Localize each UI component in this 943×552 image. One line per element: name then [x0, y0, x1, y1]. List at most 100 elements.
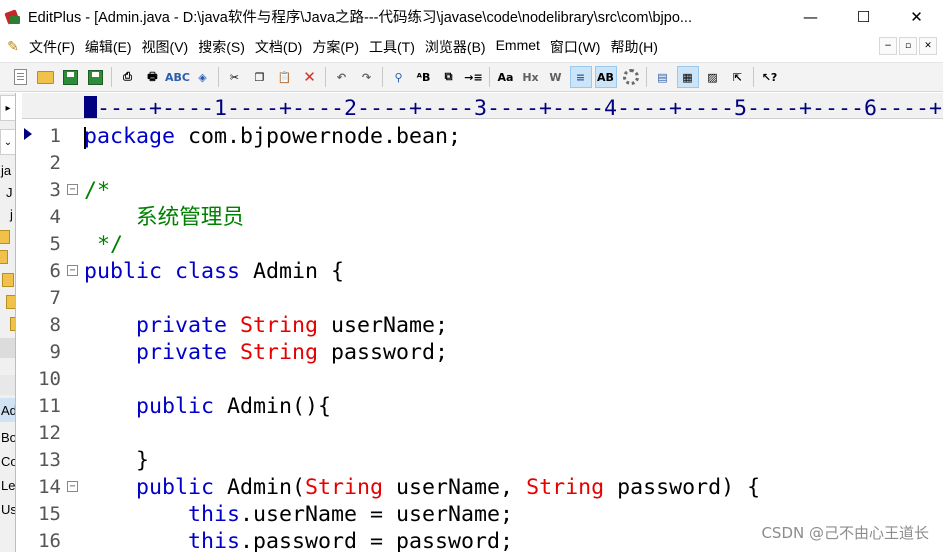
save-button[interactable]	[60, 66, 82, 88]
code-text: }	[84, 447, 149, 474]
menu-item[interactable]: 窗口(W)	[545, 37, 606, 57]
code-line[interactable]: 4 系统管理员	[22, 204, 943, 231]
panel-scroll-right-icon[interactable]: ▸	[0, 95, 15, 121]
editplus-app-icon[interactable]	[4, 8, 22, 26]
browser-button[interactable]: ◈	[192, 66, 214, 88]
tree-item[interactable]: j	[10, 207, 13, 222]
dir-window-button[interactable]: ▨	[702, 66, 724, 88]
spell-check-button[interactable]: ABC	[165, 66, 190, 88]
code-line[interactable]: 11 public Admin(){	[22, 393, 943, 420]
file-list-item[interactable]: Co	[1, 454, 15, 469]
save-all-button[interactable]	[85, 66, 107, 88]
preferences-button[interactable]	[620, 66, 642, 88]
menu-item[interactable]: 搜索(S)	[193, 37, 250, 57]
code-line[interactable]: 3−/*	[22, 177, 943, 204]
code-line[interactable]: 10	[22, 366, 943, 393]
window-list-button[interactable]: ▤	[652, 66, 674, 88]
panel-dropdown-icon[interactable]: ⌄	[0, 129, 15, 155]
code-text: private String userName;	[84, 312, 448, 339]
code-line[interactable]: 13 }	[22, 447, 943, 474]
toolbar-separator	[489, 67, 490, 87]
maximize-button[interactable]: ☐	[837, 0, 890, 33]
menu-item[interactable]: 编辑(E)	[80, 37, 137, 57]
line-number: 6	[49, 260, 61, 282]
file-list-item[interactable]: Le	[1, 478, 15, 493]
tree-item[interactable]: J	[6, 185, 13, 200]
redo-icon: ↷	[361, 70, 372, 84]
column-ruler: -----+----1----+----2----+----3----+----…	[22, 93, 943, 119]
gear-icon	[622, 69, 639, 85]
code-line[interactable]: 5 */	[22, 231, 943, 258]
menu-item[interactable]: 帮助(H)	[605, 37, 662, 57]
cliptext-button[interactable]: ▦	[676, 66, 699, 88]
replace-button[interactable]: ᴬB	[413, 66, 435, 88]
line-number: 9	[49, 341, 61, 363]
ruler-button[interactable]: AB	[594, 66, 617, 88]
file-list-item[interactable]: Us	[1, 502, 15, 517]
find-in-files-button[interactable]: ⧉	[438, 66, 460, 88]
dir-window-icon: ▨	[707, 70, 718, 84]
code-token: package	[84, 124, 176, 149]
menu-bar: ✎ 文件(F) 编辑(E) 视图(V) 搜索(S) 文档(D) 方案(P) 工具(T) 浏览器…	[0, 33, 943, 61]
delete-button[interactable]: ✕	[299, 66, 321, 88]
open-file-button[interactable]	[35, 66, 57, 88]
mdi-minimize-button[interactable]: −	[879, 37, 897, 55]
mdi-restore-button[interactable]: ▫	[899, 37, 917, 55]
print-button[interactable]: 🖶	[142, 66, 164, 88]
word-wrap-button[interactable]: W	[545, 66, 567, 88]
code-line[interactable]: 14− public Admin(String userName, String…	[22, 474, 943, 501]
fold-toggle-icon[interactable]: −	[67, 265, 78, 276]
folder-icon	[10, 317, 15, 331]
code-line[interactable]: 8 private String userName;	[22, 312, 943, 339]
menu-item[interactable]: 视图(V)	[137, 37, 194, 57]
file-list-item[interactable]: Bo	[1, 430, 15, 445]
line-number: 8	[49, 314, 61, 336]
mdi-close-button[interactable]: ✕	[919, 37, 937, 55]
line-number: 10	[38, 368, 61, 390]
minimize-button[interactable]: —	[784, 0, 837, 33]
menu-item[interactable]: 文档(D)	[250, 37, 307, 57]
code-token: userName;	[318, 313, 449, 338]
print-preview-button[interactable]: ⎙	[117, 66, 139, 88]
help-button[interactable]: ↖?	[759, 66, 781, 88]
new-file-button[interactable]	[10, 66, 32, 88]
tree-item[interactable]: ja	[1, 163, 11, 178]
code-line[interactable]: 1 package com.bjpowernode.bean;	[22, 123, 943, 150]
copy-button[interactable]: ❐	[249, 66, 271, 88]
code-line[interactable]: 6− public class Admin {	[22, 258, 943, 285]
pencil-icon: ✎	[7, 39, 19, 55]
text-caret	[84, 127, 86, 149]
menu-item[interactable]: 工具(T)	[364, 37, 420, 57]
menu-item[interactable]: 浏览器(B)	[420, 37, 491, 57]
hex-button[interactable]: Hx	[520, 66, 542, 88]
menu-item[interactable]: 文件(F)	[24, 37, 80, 57]
file-list-item[interactable]: Ad	[1, 403, 15, 418]
close-button[interactable]: ✕	[890, 0, 943, 33]
code-line[interactable]: 9 private String password;	[22, 339, 943, 366]
find-in-files-icon: ⧉	[444, 70, 453, 83]
fold-toggle-icon[interactable]: −	[67, 184, 78, 195]
code-line[interactable]: 7	[22, 285, 943, 312]
code-line[interactable]: 2	[22, 150, 943, 177]
code-line[interactable]: 12	[22, 420, 943, 447]
line-number-icon: ≡	[575, 70, 586, 84]
line-number-button[interactable]: ≡	[569, 66, 592, 88]
fullscreen-button[interactable]: ⇱	[727, 66, 749, 88]
code-text: package com.bjpowernode.bean;	[84, 123, 461, 150]
find-button[interactable]: ⚲	[388, 66, 410, 88]
paste-button[interactable]: 📋	[274, 66, 296, 88]
goto-line-button[interactable]: →≡	[463, 66, 485, 88]
ruler-scale: -----+----1----+----2----+----3----+----…	[84, 96, 943, 119]
code-editor[interactable]: 1 package com.bjpowernode.bean; 2 3−/* 4 系统管…	[22, 120, 943, 552]
menu-item[interactable]: 方案(P)	[307, 37, 364, 57]
find-icon: ⚲	[394, 70, 403, 84]
code-text: 系统管理员	[84, 204, 244, 231]
replace-icon: ᴬB	[416, 70, 431, 84]
redo-button[interactable]: ↷	[356, 66, 378, 88]
menu-item[interactable]: Emmet	[491, 37, 545, 57]
font-button[interactable]: Aa	[495, 66, 517, 88]
undo-button[interactable]: ↶	[331, 66, 353, 88]
fold-toggle-icon[interactable]: −	[67, 481, 78, 492]
line-number: 7	[49, 287, 61, 309]
cut-button[interactable]: ✂	[224, 66, 246, 88]
